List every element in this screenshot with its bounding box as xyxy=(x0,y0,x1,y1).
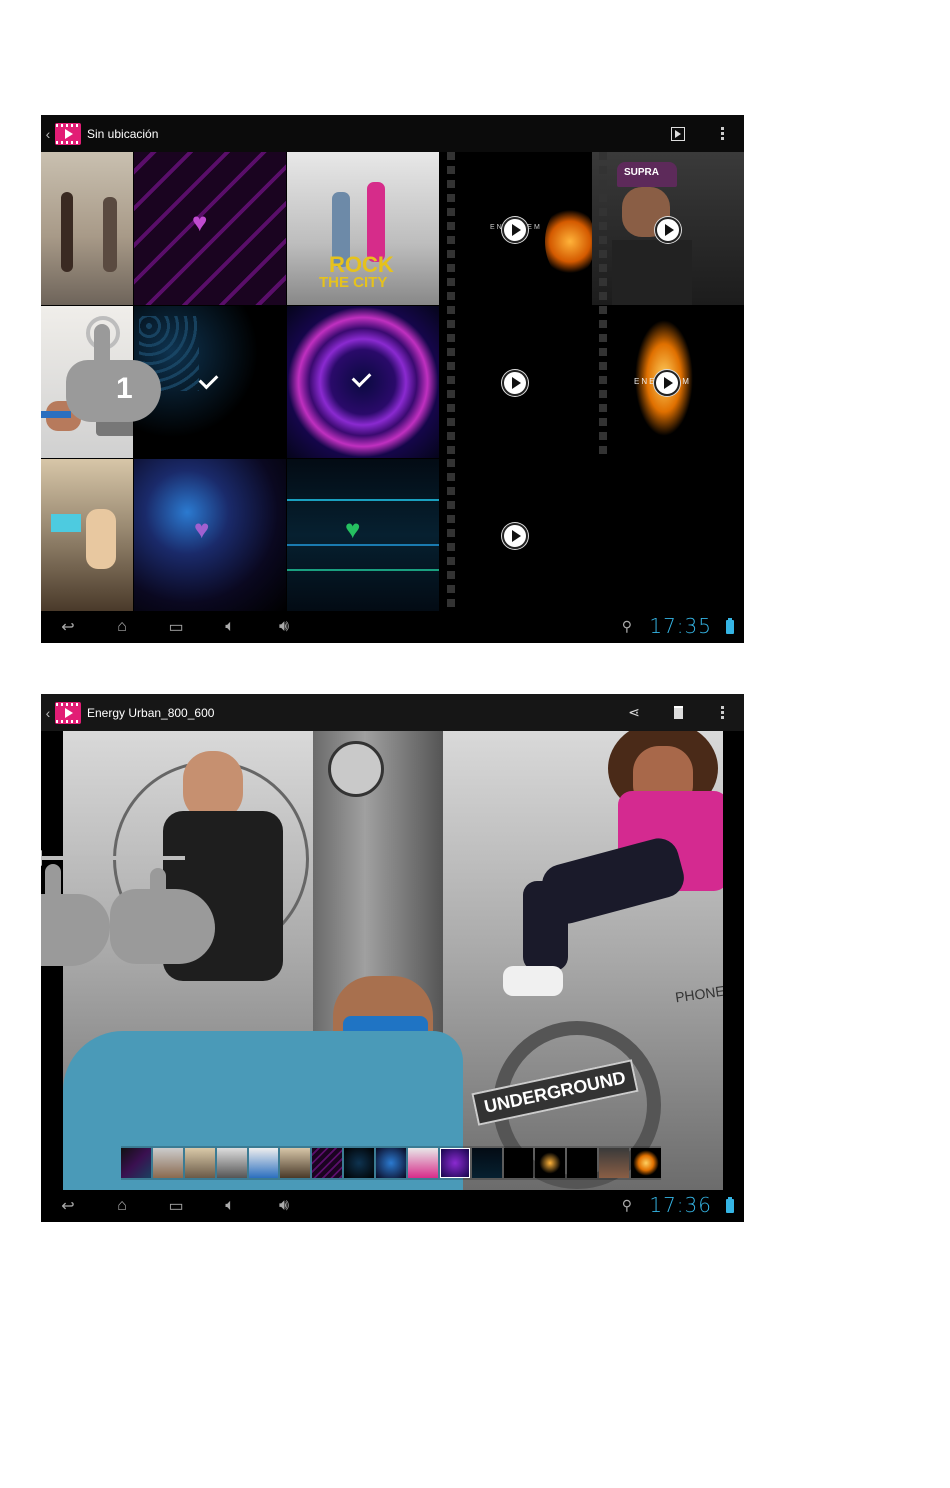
grid-tile-purple-heart[interactable]: ♥ xyxy=(134,152,286,305)
status-clock: 17:35 xyxy=(649,614,712,638)
phone-sign-text: PHONE xyxy=(674,982,723,1006)
nav-recents-icon[interactable]: ▭ xyxy=(149,1190,203,1222)
photo-viewer-screen: ‹ Energy Urban_800_600 ⋖ UNDERGROUND PHO… xyxy=(41,694,744,1222)
filmstrip-thumb[interactable] xyxy=(344,1148,374,1178)
grid-tile-galaxy-heart[interactable]: ♥ xyxy=(134,459,286,611)
chevron-left-icon[interactable]: ‹ xyxy=(41,126,55,142)
filmstrip-thumb[interactable] xyxy=(599,1148,630,1178)
grid-tile-video-text[interactable] xyxy=(440,306,592,458)
filmstrip-thumb[interactable] xyxy=(503,1148,534,1178)
grid-tile-street-photo[interactable] xyxy=(41,152,133,305)
filmstrip-thumb[interactable] xyxy=(631,1148,661,1178)
volume-up-icon[interactable]: 🔊︎ xyxy=(257,1190,311,1222)
filmstrip-thumb[interactable] xyxy=(184,1148,215,1178)
filmstrip-thumb[interactable] xyxy=(280,1148,311,1178)
filmstrip-thumb[interactable] xyxy=(121,1148,151,1178)
filmstrip-edge xyxy=(447,306,455,458)
system-nav-bar: ↩ ⌂ ▭ 🔈︎ 🔊︎ ⚲ 17:36 xyxy=(41,1190,744,1222)
play-icon[interactable] xyxy=(502,523,528,549)
play-icon[interactable] xyxy=(502,217,528,243)
slideshow-icon xyxy=(671,126,685,141)
filmstrip-thumb[interactable] xyxy=(439,1148,470,1178)
grid-tile-car-interior[interactable] xyxy=(41,459,133,611)
check-heart-icon xyxy=(198,369,219,390)
filmstrip-thumb[interactable] xyxy=(152,1148,183,1178)
filmstrip-edge xyxy=(599,306,607,458)
nav-home-icon[interactable]: ⌂ xyxy=(95,611,149,643)
heart-icon: ♥ xyxy=(194,514,210,544)
chevron-left-icon[interactable]: ‹ xyxy=(41,705,55,721)
volume-up-icon[interactable]: 🔊︎ xyxy=(257,611,311,643)
delete-button[interactable] xyxy=(656,694,700,731)
grid-tile-video-energy[interactable]: ENE STEM xyxy=(440,152,592,305)
share-button[interactable]: ⋖ xyxy=(612,694,656,731)
gallery-app-icon[interactable] xyxy=(55,701,81,724)
volume-down-icon[interactable]: 🔈︎ xyxy=(203,611,257,643)
grid-tile-empty xyxy=(592,459,744,611)
rock-title-line2: THE CITY xyxy=(319,274,388,291)
nav-recents-icon[interactable]: ▭ xyxy=(149,611,203,643)
grid-tile-video-dark[interactable] xyxy=(440,459,592,611)
filmstrip-thumb[interactable] xyxy=(376,1148,406,1178)
filmstrip-thumb[interactable] xyxy=(312,1148,343,1178)
gallery-app-icon[interactable] xyxy=(55,122,81,145)
album-title: Sin ubicación xyxy=(87,126,159,141)
action-bar: ‹ Sin ubicación xyxy=(41,115,744,152)
overflow-menu-button[interactable] xyxy=(700,694,744,731)
trash-icon xyxy=(673,706,683,719)
filmstrip-thumb[interactable] xyxy=(471,1148,502,1178)
tap-number: 1 xyxy=(116,372,133,405)
nav-back-icon[interactable]: ↩ xyxy=(41,611,95,643)
filmstrip-thumb[interactable] xyxy=(535,1148,566,1178)
gallery-grid-screen: ‹ Sin ubicación ♥ ROCK THE CITY ENE STEM xyxy=(41,115,744,643)
tap-gesture-hand-icon: 1 xyxy=(66,312,166,427)
battery-icon xyxy=(726,618,734,634)
filmstrip-thumb[interactable] xyxy=(407,1148,438,1178)
heart-icon: ♥ xyxy=(192,207,208,237)
grid-tile-rock-the-city[interactable]: ROCK THE CITY xyxy=(287,152,439,305)
overflow-menu-icon xyxy=(720,127,724,140)
grid-tile-video-supra[interactable]: SUPRA xyxy=(592,152,744,305)
slideshow-button[interactable] xyxy=(656,115,700,152)
grid-tile-video-energy-2[interactable]: ENE STEM xyxy=(592,306,744,458)
nav-back-icon[interactable]: ↩ xyxy=(41,1190,95,1222)
filmstrip-thumb[interactable] xyxy=(567,1148,598,1178)
volume-down-icon[interactable]: 🔈︎ xyxy=(203,1190,257,1222)
filmstrip-thumb[interactable] xyxy=(248,1148,279,1178)
thumbnail-grid: ♥ ROCK THE CITY ENE STEM SUPRA ENE ♥ ♥ 1 xyxy=(41,152,744,611)
play-icon[interactable] xyxy=(502,370,528,396)
usb-icon: ⚲ xyxy=(621,1197,632,1213)
swipe-gesture-hands-icon xyxy=(41,850,220,969)
supra-text: SUPRA xyxy=(624,167,660,178)
thumbnail-filmstrip xyxy=(121,1146,661,1180)
action-bar: ‹ Energy Urban_800_600 ⋖ xyxy=(41,694,744,731)
play-icon[interactable] xyxy=(655,217,681,243)
grid-tile-neon-circles[interactable] xyxy=(287,306,439,458)
filmstrip-thumb[interactable] xyxy=(216,1148,247,1178)
overflow-menu-button[interactable] xyxy=(700,115,744,152)
play-icon[interactable] xyxy=(654,370,680,396)
filmstrip-edge xyxy=(599,152,607,305)
nav-home-icon[interactable]: ⌂ xyxy=(95,1190,149,1222)
heart-icon: ♥ xyxy=(345,514,361,544)
status-clock: 17:36 xyxy=(649,1193,712,1217)
usb-icon: ⚲ xyxy=(621,618,632,634)
filmstrip-edge xyxy=(447,152,455,305)
battery-icon xyxy=(726,1197,734,1213)
overflow-menu-icon xyxy=(720,706,724,719)
share-icon: ⋖ xyxy=(628,704,640,720)
check-heart-icon xyxy=(351,367,372,388)
grid-tile-circuit-heart[interactable]: ♥ xyxy=(287,459,439,611)
filmstrip-edge xyxy=(447,459,455,611)
system-nav-bar: ↩ ⌂ ▭ 🔈︎ 🔊︎ ⚲ 17:35 xyxy=(41,611,744,643)
photo-title: Energy Urban_800_600 xyxy=(87,705,215,720)
